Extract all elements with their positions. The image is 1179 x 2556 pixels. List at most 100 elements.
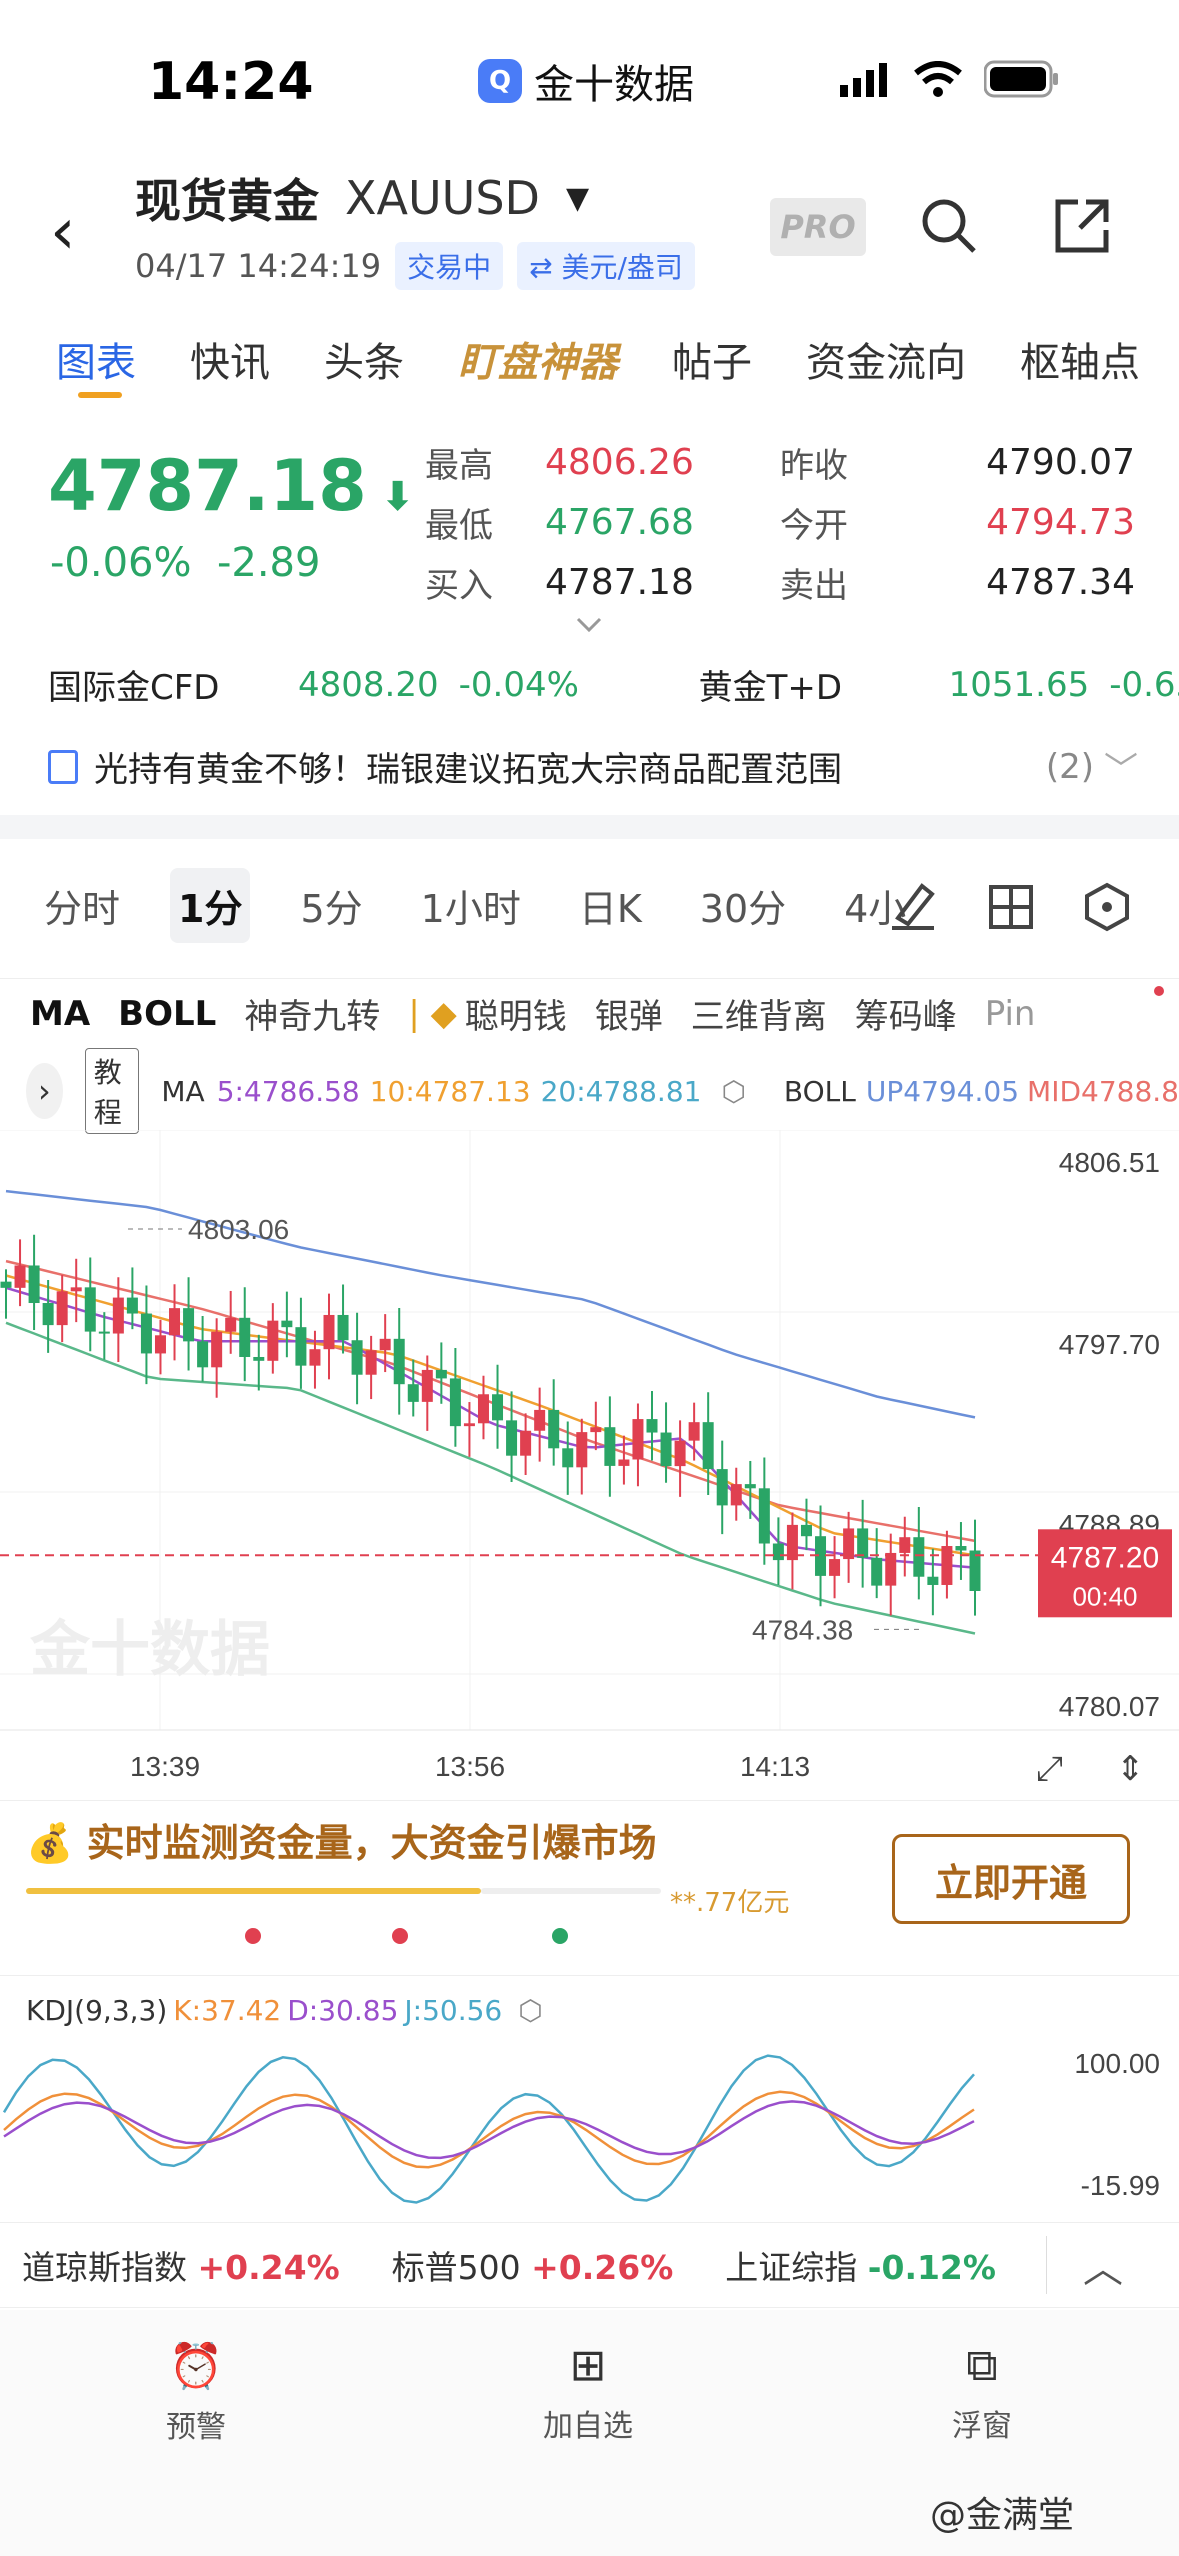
candle-body xyxy=(211,1331,223,1368)
period-daily[interactable]: 日K xyxy=(571,868,650,943)
kdj-d-line xyxy=(3,2100,975,2160)
candle-body xyxy=(899,1537,911,1553)
indicator-boll[interactable]: BOLL xyxy=(118,994,216,1034)
candle-body xyxy=(407,1384,419,1402)
nav-alert[interactable]: ⏰ 预警 xyxy=(116,2340,276,2446)
kdj-chart[interactable]: 100.00 -15.99 xyxy=(0,2035,1179,2220)
tab-chart[interactable]: 图表 xyxy=(56,330,136,388)
expand-quote-icon[interactable] xyxy=(576,616,602,634)
candle-body xyxy=(618,1459,630,1466)
period-1h[interactable]: 1小时 xyxy=(413,868,529,943)
header-subrow: 04/17 14:24:19 交易中 ⇄ 美元/盎司 xyxy=(135,242,695,290)
cfd-name: 国际金CFD xyxy=(48,668,220,708)
share-icon[interactable] xyxy=(1052,196,1112,256)
boll-label: BOLL xyxy=(783,1074,856,1108)
low-value: 4767.68 xyxy=(545,501,694,543)
page-title[interactable]: 现货黄金 XAUUSD ▼ xyxy=(135,165,589,231)
period-timeshare[interactable]: 分时 xyxy=(36,868,128,943)
collapse-up-icon[interactable]: ︿ xyxy=(1045,2236,1123,2294)
indicator-chip-peak[interactable]: 筹码峰 xyxy=(855,989,957,1038)
cfd-value: 4808.20 xyxy=(298,664,439,705)
price-chart[interactable]: 金十数据 4806.514797.704788.894780.0713:39 13… xyxy=(0,1130,1179,1800)
tab-fund-flow[interactable]: 资金流向 xyxy=(806,330,966,388)
indicator-smart-money[interactable]: 聪明钱 xyxy=(465,989,567,1038)
pro-button[interactable]: PRO xyxy=(770,198,866,256)
price-change: -0.06% -2.89 xyxy=(50,540,320,586)
countdown-label: 00:40 xyxy=(1072,1581,1137,1611)
index-pct: +0.24% xyxy=(197,2248,340,2287)
indicator-ma[interactable]: MA xyxy=(30,994,90,1034)
tab-pivot[interactable]: 枢轴点 xyxy=(1020,330,1140,388)
arrow-down-icon: ⬇ xyxy=(366,474,415,520)
tab-headlines[interactable]: 头条 xyxy=(324,330,404,388)
vertical-expand-icon: ⇕ xyxy=(1116,1749,1145,1789)
candle-body xyxy=(562,1448,574,1468)
candle-body xyxy=(140,1313,152,1354)
back-button[interactable]: ‹ xyxy=(50,195,76,269)
candle-body xyxy=(969,1550,981,1591)
x-tick-label: 13:39 xyxy=(130,1751,200,1782)
add-watchlist-icon: ⊞ xyxy=(569,2340,607,2391)
wifi-icon xyxy=(914,61,962,97)
bid-value: 4787.18 xyxy=(545,561,694,603)
news-ticker[interactable]: 光持有黄金不够！瑞银建议拓宽大宗商品配置范围 (2) ﹀ xyxy=(48,742,1138,791)
period-5min[interactable]: 5分 xyxy=(292,868,370,943)
ma-label: MA xyxy=(161,1074,205,1108)
layout-grid-icon[interactable] xyxy=(988,884,1034,930)
index-name: 标普500 xyxy=(391,2248,521,2287)
candle-body xyxy=(239,1317,251,1357)
tab-posts[interactable]: 帖子 xyxy=(672,330,752,388)
related-quotes[interactable]: 国际金CFD 4808.20 -0.04% 黄金T+D 1051.65 -0.6… xyxy=(48,660,1179,709)
kdj-j: J:50.56 xyxy=(404,1994,503,2027)
candle-body xyxy=(379,1338,391,1351)
candle-body xyxy=(604,1427,616,1466)
candle-body xyxy=(590,1427,602,1433)
marker-dot xyxy=(245,1928,261,1944)
indicator-td9[interactable]: 神奇九转 xyxy=(244,989,380,1038)
news-count: (2) xyxy=(1045,746,1094,787)
candle-body xyxy=(309,1349,321,1366)
kdj-top-label: 100.00 xyxy=(1074,2048,1160,2079)
app-logo-icon: Q xyxy=(478,59,522,103)
ma-settings-icon[interactable]: ⬡ xyxy=(721,1075,745,1108)
expand-arrow-icon[interactable]: › xyxy=(26,1063,63,1119)
prev-close-label: 昨收 xyxy=(780,445,848,486)
subscribe-button[interactable]: 立即开通 xyxy=(892,1834,1130,1924)
monitor-title: 💰 实时监测资金量，大资金引爆市场 xyxy=(26,1812,657,1867)
candle-body xyxy=(365,1350,377,1375)
candle-body xyxy=(197,1341,209,1368)
monitor-amount: **.77亿元 xyxy=(670,1888,790,1918)
candle-body xyxy=(267,1320,279,1361)
period-30min[interactable]: 30分 xyxy=(692,868,794,943)
candle-body xyxy=(169,1308,181,1336)
market-index-bar[interactable]: 道琼斯指数 +0.24% 标普500 +0.26% 上证综指 -0.12% ︿ xyxy=(0,2222,1179,2308)
indicator-pin[interactable]: Pin xyxy=(985,994,1036,1034)
index-pct: +0.26% xyxy=(531,2248,674,2287)
candle-body xyxy=(646,1419,658,1433)
td-name: 黄金T+D xyxy=(698,668,843,708)
search-icon[interactable] xyxy=(918,195,980,257)
open-value: 4794.73 xyxy=(986,501,1135,543)
kdj-settings-icon[interactable]: ⬡ xyxy=(518,1994,542,2027)
indicator-silver-bullet[interactable]: 银弹 xyxy=(595,989,663,1038)
tutorial-button[interactable]: 教程 xyxy=(84,1048,140,1134)
settings-hex-icon[interactable] xyxy=(1082,882,1132,932)
indicator-divergence[interactable]: 三维背离 xyxy=(691,989,827,1038)
draw-tool-icon[interactable] xyxy=(888,878,938,932)
candle-body xyxy=(702,1422,714,1470)
index-name: 上证综指 xyxy=(725,2248,858,2287)
period-1min[interactable]: 1分 xyxy=(170,867,251,943)
tab-monitor-tool[interactable]: 盯盘神器 xyxy=(458,330,618,388)
divider xyxy=(0,1975,1179,1976)
nav-float-label: 浮窗 xyxy=(952,2409,1012,2444)
candle-body xyxy=(70,1287,82,1292)
tab-flash[interactable]: 快讯 xyxy=(190,330,270,388)
candle-body xyxy=(772,1543,784,1561)
unit-toggle[interactable]: ⇄ 美元/盎司 xyxy=(517,242,695,290)
nav-float-window[interactable]: ⧉ 浮窗 xyxy=(902,2340,1062,2445)
fullscreen-icon: ⤢ xyxy=(1036,1749,1063,1789)
td-pct: -0.65% xyxy=(1109,664,1179,705)
candle-body xyxy=(885,1552,897,1586)
candle-body xyxy=(800,1524,812,1537)
nav-add-watchlist[interactable]: ⊞ 加自选 xyxy=(508,2340,668,2445)
